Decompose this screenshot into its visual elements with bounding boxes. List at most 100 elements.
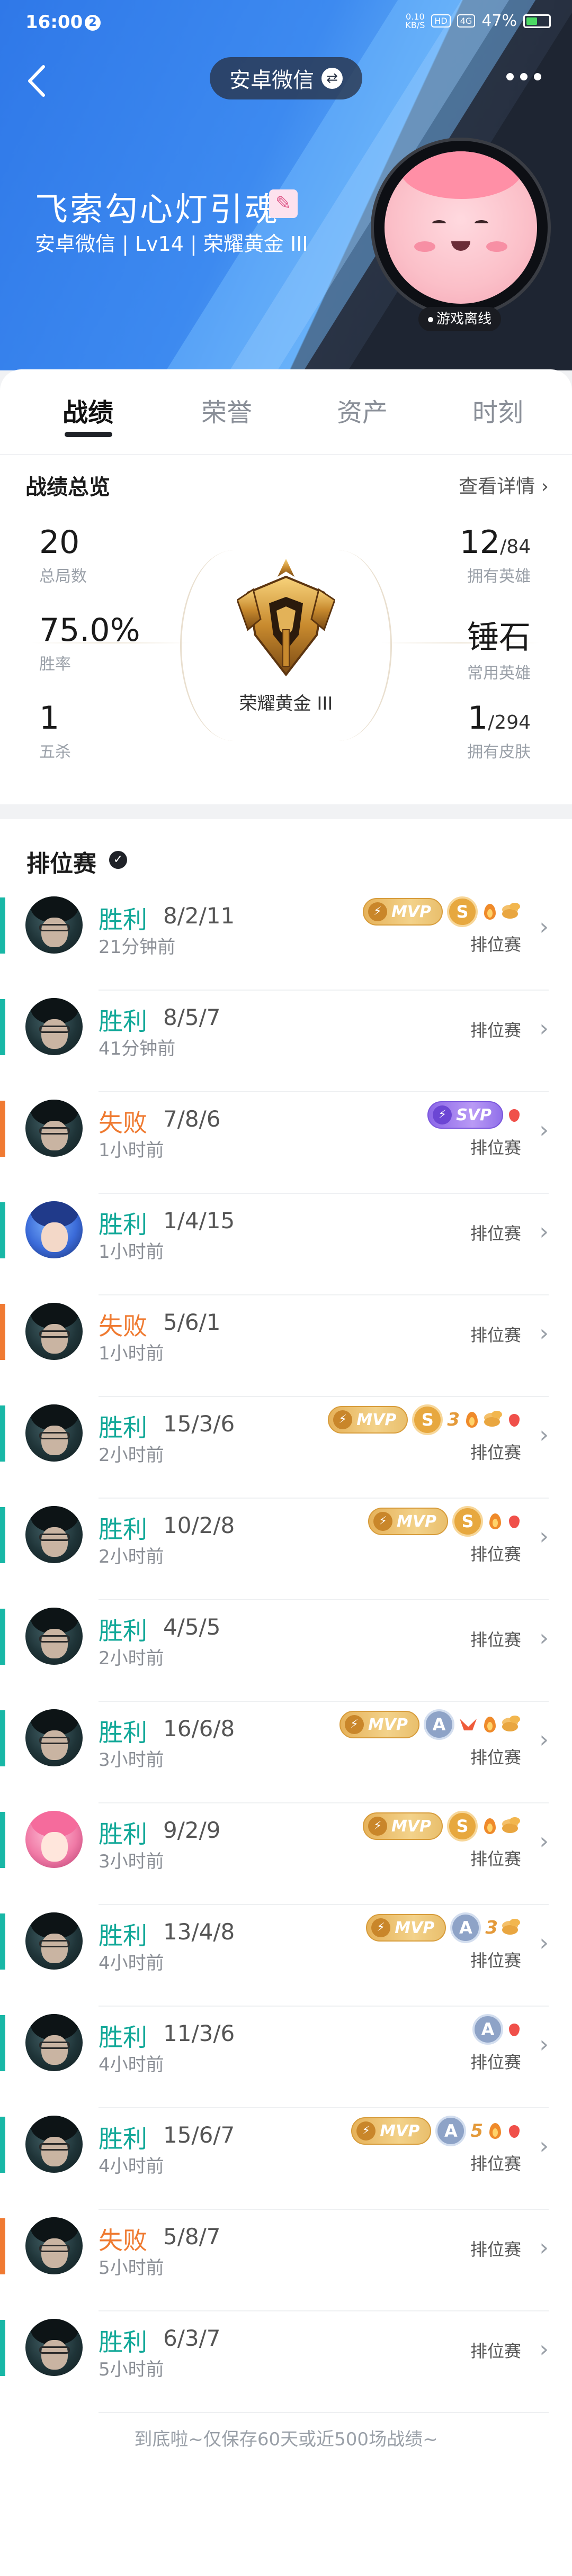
chevron-right-icon: › [539, 1218, 549, 1245]
match-time: 3小时前 [99, 1749, 164, 1771]
tab-bar: 战绩 荣誉 资产 时刻 [0, 369, 572, 454]
stat-common-hero: 锤石 常用英雄 [467, 619, 531, 683]
match-kda: 5/8/7 [163, 2224, 221, 2250]
match-row[interactable]: 失败 7/8/6 1小时前 ⚡ SVP 排位赛 › [0, 1092, 572, 1194]
tab-record[interactable]: 战绩 [62, 392, 113, 429]
match-result: 失败 [99, 2226, 147, 2255]
match-badges: ⚡ MVP S [362, 895, 521, 928]
match-kda: 8/2/11 [163, 903, 235, 929]
match-badges: ⚡ MVP A [339, 1708, 521, 1741]
coins-icon [502, 1919, 521, 1937]
result-indicator-bar [0, 1609, 5, 1665]
match-row[interactable]: 胜利 10/2/8 2小时前 ⚡ MVP S 排位赛 › [0, 1499, 572, 1600]
match-mode: 排位赛 [470, 2239, 521, 2260]
account-label: 安卓微信 [229, 68, 314, 93]
match-kda: 13/4/8 [163, 1919, 235, 1945]
match-time: 2小时前 [99, 1445, 164, 1466]
coins-icon [502, 1817, 521, 1835]
grade-s-badge: S [447, 1811, 478, 1842]
match-mode: 排位赛 [470, 1443, 521, 1463]
match-result: 失败 [99, 1109, 147, 1137]
match-row[interactable]: 胜利 11/3/6 4小时前 A 排位赛 › [0, 2007, 572, 2108]
active-tab-indicator [65, 432, 112, 437]
hero-avatar [25, 1404, 83, 1462]
gold-rank-emblem-icon [237, 559, 335, 677]
match-row[interactable]: 胜利 15/3/6 2小时前 ⚡ MVP S 3 排位赛 › [0, 1397, 572, 1499]
result-indicator-bar [0, 2320, 5, 2376]
match-kda: 9/2/9 [163, 1817, 221, 1843]
match-kda: 4/5/5 [163, 1614, 221, 1640]
match-kda: 8/5/7 [163, 1004, 221, 1030]
fire-icon [482, 1715, 498, 1735]
hero-avatar [25, 2014, 83, 2071]
chevron-right-icon: › [539, 1726, 549, 1753]
hero-avatar [25, 998, 83, 1055]
signal-icon: 4G [457, 14, 476, 28]
tab-assets[interactable]: 资产 [337, 392, 388, 429]
tab-moments[interactable]: 时刻 [472, 392, 523, 429]
stat-win-rate: 75.0% 胜率 [39, 612, 140, 674]
match-row[interactable]: 胜利 8/5/7 41分钟前 排位赛 › [0, 991, 572, 1092]
mvp-badge: ⚡ MVP [366, 1914, 446, 1942]
match-result: 胜利 [99, 2023, 147, 2052]
wing-icon [459, 1716, 478, 1734]
match-row[interactable]: 胜利 8/2/11 21分钟前 ⚡ MVP S 排位赛 › [0, 889, 572, 991]
match-row[interactable]: 失败 5/6/1 1小时前 排位赛 › [0, 1295, 572, 1397]
match-result: 胜利 [99, 1210, 147, 1239]
lightning-icon: ⚡ [433, 1105, 452, 1124]
match-badges: ⚡ MVP S 3 [328, 1403, 521, 1436]
match-row[interactable]: 胜利 4/5/5 2小时前 排位赛 › [0, 1600, 572, 1702]
chevron-right-icon: › [539, 913, 549, 940]
lightning-icon: ⚡ [368, 902, 387, 921]
more-options-button[interactable] [506, 69, 543, 85]
hero-avatar [25, 1608, 83, 1665]
chevron-right-icon: › [539, 1320, 549, 1347]
match-kda: 16/6/8 [163, 1716, 235, 1741]
result-indicator-bar [0, 1405, 5, 1462]
match-time: 4小时前 [99, 2156, 164, 2177]
result-indicator-bar [0, 1101, 5, 1157]
multikill-count: 3 [485, 1917, 498, 1938]
edit-icon[interactable]: ✎ [269, 189, 298, 218]
result-indicator-bar [0, 999, 5, 1055]
result-indicator-bar [0, 2015, 5, 2071]
chevron-right-icon: › [541, 476, 549, 497]
status-bar: 16:00 2 0.10 KB/S HD 4G 47% [0, 0, 572, 47]
match-kda: 7/8/6 [163, 1106, 221, 1132]
tab-honor[interactable]: 荣誉 [201, 392, 252, 429]
match-mode: 排位赛 [470, 1849, 521, 1869]
chevron-left-icon [28, 65, 45, 97]
chevron-right-icon: › [539, 1421, 549, 1448]
coins-icon [502, 903, 521, 921]
account-switch-button[interactable]: 安卓微信 ⇄ [210, 57, 362, 99]
multikill-count: 3 [447, 1409, 460, 1430]
match-row[interactable]: 胜利 6/3/7 5小时前 排位赛 › [0, 2311, 572, 2413]
hero-avatar [25, 1912, 83, 1970]
status-time: 16:00 [25, 12, 83, 33]
match-row[interactable]: 胜利 15/6/7 4小时前 ⚡ MVP A 5 排位赛 › [0, 2108, 572, 2210]
match-row[interactable]: 胜利 9/2/9 3小时前 ⚡ MVP S 排位赛 › [0, 1803, 572, 1905]
match-time: 1小时前 [99, 1343, 164, 1364]
match-time: 2小时前 [99, 1546, 164, 1567]
match-row[interactable]: 胜利 13/4/8 4小时前 ⚡ MVP A 3 排位赛 › [0, 1905, 572, 2007]
coins-icon [502, 1716, 521, 1734]
match-badges: A [472, 2013, 521, 2046]
mvp-badge: ⚡ MVP [351, 2117, 432, 2145]
match-row[interactable]: 胜利 1/4/15 1小时前 排位赛 › [0, 1194, 572, 1295]
player-avatar[interactable]: 游戏离线 [371, 138, 551, 339]
match-row[interactable]: 胜利 16/6/8 3小时前 ⚡ MVP A 排位赛 › [0, 1702, 572, 1803]
chevron-right-icon: › [539, 2234, 549, 2261]
rank-display[interactable]: 荣耀黄金 III [180, 550, 392, 741]
match-row[interactable]: 失败 5/8/7 5小时前 排位赛 › [0, 2210, 572, 2311]
ranked-filter-title[interactable]: 排位赛 [26, 845, 96, 878]
lightning-icon: ⚡ [373, 1512, 392, 1531]
end-of-list-note: 到底啦~仅保存60天或近500场战绩~ [134, 2429, 438, 2450]
chevron-right-icon: › [539, 1828, 549, 1855]
hero-avatar [25, 1303, 83, 1360]
view-details-link[interactable]: 查看详情 › [459, 471, 549, 498]
match-badges: ⚡ SVP [427, 1099, 521, 1131]
dropdown-check-icon[interactable]: ✓ [109, 851, 127, 869]
back-button[interactable] [21, 62, 53, 99]
battery-icon [523, 14, 551, 28]
match-result: 胜利 [99, 1820, 147, 1848]
